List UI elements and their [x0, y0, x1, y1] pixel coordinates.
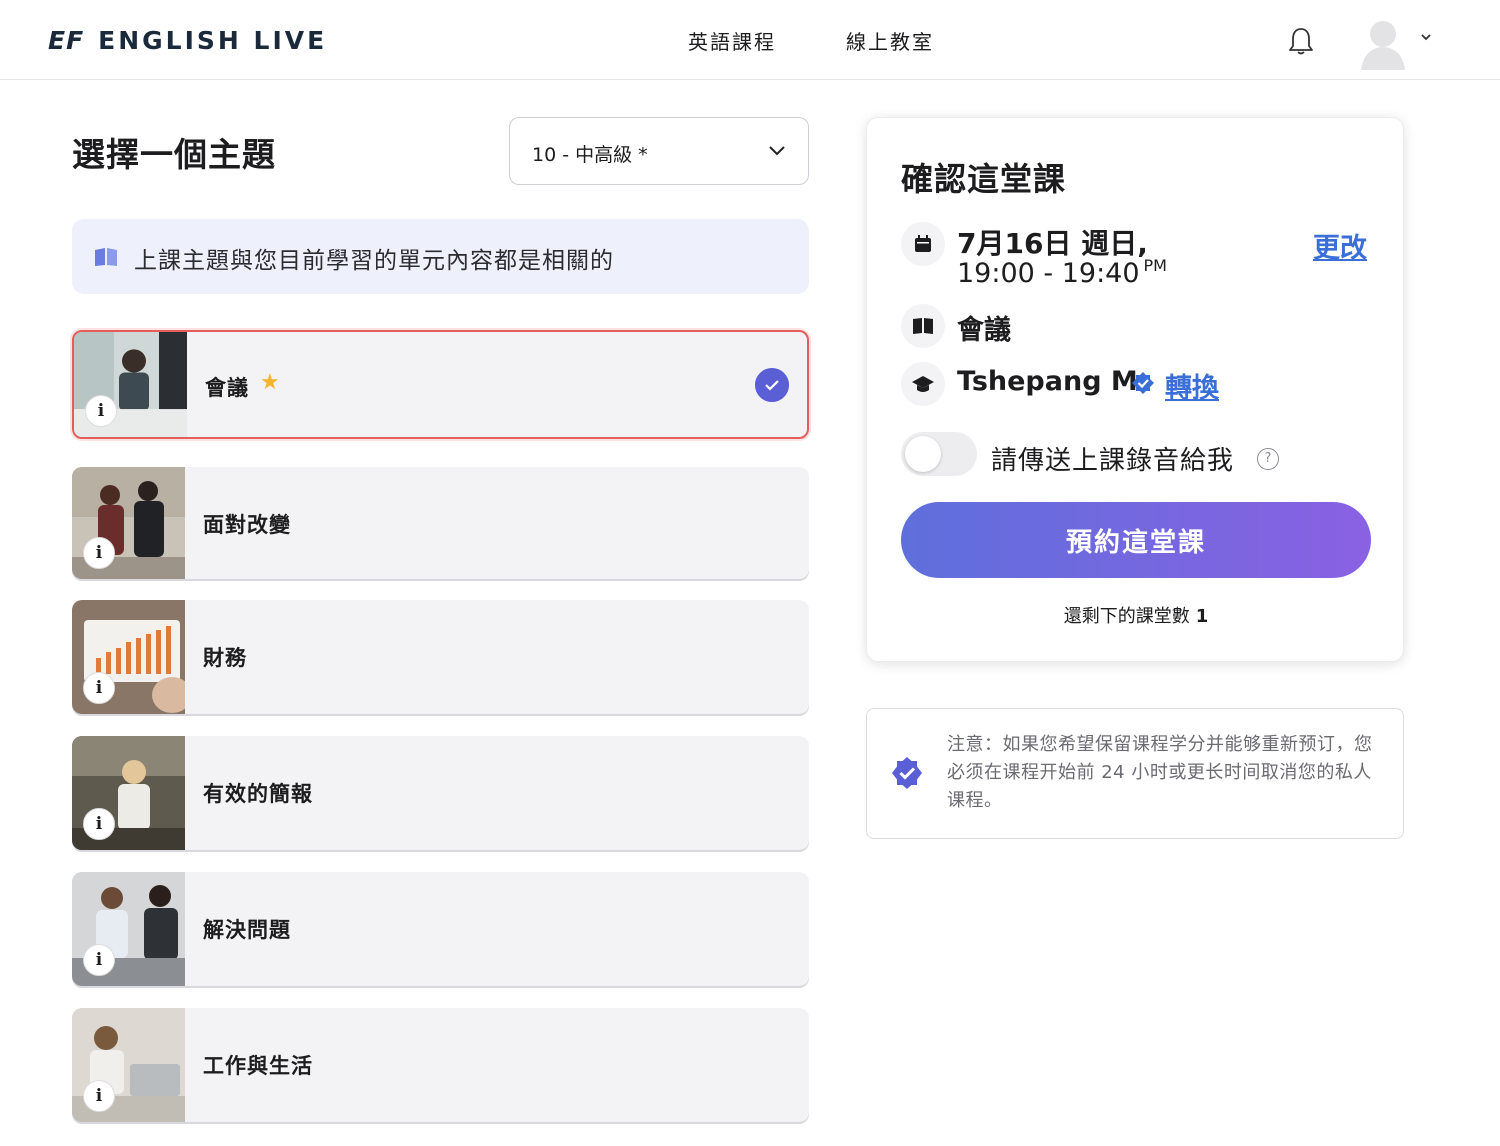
switch-teacher-link[interactable]: 轉換: [1165, 366, 1219, 405]
class-time-range: 19:00 - 19:40: [957, 258, 1140, 289]
topic-label: 會議: [205, 376, 249, 400]
topic-label: 工作與生活: [203, 1054, 313, 1078]
topic-label: 有效的簡報: [203, 782, 313, 806]
logo-text: ENGLISH LIVE: [98, 25, 328, 55]
top-header: EF ENGLISH LIVE 英語課程 線上教室: [0, 0, 1500, 80]
chevron-down-icon: [769, 146, 785, 156]
class-date: 7月16日 週日,: [957, 227, 1148, 260]
star-icon: ★: [260, 370, 280, 395]
user-avatar-icon[interactable]: [1357, 14, 1409, 70]
topic-card-finance[interactable]: i 財務: [72, 600, 809, 714]
topic-card-meeting[interactable]: i 會議 ★: [72, 330, 809, 439]
book-icon: [901, 304, 945, 348]
verified-badge-icon: [1132, 372, 1154, 394]
topic-label: 解決問題: [203, 918, 291, 942]
info-banner: 上課主題與您目前學習的單元內容都是相關的: [72, 219, 809, 294]
topic-label: 面對改變: [203, 513, 291, 537]
check-circle-icon: [755, 368, 789, 402]
topic-card-problem-solving[interactable]: i 解決問題: [72, 872, 809, 986]
teacher-name: Tshepang M.: [957, 366, 1149, 397]
logo-ef: EF: [48, 25, 85, 55]
level-select[interactable]: 10 - 中高級 *: [509, 117, 809, 185]
cancellation-notice: 注意：如果您希望保留课程学分并能够重新预订，您必须在课程开始前 24 小时或更长…: [866, 708, 1404, 839]
confirm-class-card: 確認這堂課 7月16日 週日, 19:00 - 19:40 PM 更改 會議 Ts…: [866, 117, 1404, 662]
topic-info-button[interactable]: i: [83, 808, 115, 840]
recording-toggle-label: 請傳送上課錄音給我: [991, 446, 1235, 476]
topic-info-button[interactable]: i: [83, 1080, 115, 1112]
remaining-count: 1: [1195, 606, 1209, 627]
account-menu-chevron-icon[interactable]: [1419, 32, 1433, 42]
class-time: 19:00 - 19:40 PM: [957, 256, 1167, 289]
page-title: 選擇一個主題: [72, 135, 276, 174]
topic-info-button[interactable]: i: [85, 395, 117, 427]
topic-info-button[interactable]: i: [83, 537, 115, 569]
topic-label: 財務: [203, 646, 247, 670]
book-class-button[interactable]: 預約這堂課: [901, 502, 1371, 578]
verified-badge-icon: [892, 757, 922, 789]
notice-text: 注意：如果您希望保留课程学分并能够重新预订，您必须在课程开始前 24 小时或更长…: [947, 734, 1373, 811]
bell-icon[interactable]: [1287, 26, 1315, 56]
open-book-icon: [95, 248, 117, 266]
topic-info-button[interactable]: i: [83, 944, 115, 976]
topic-card-work-and-life[interactable]: i 工作與生活: [72, 1008, 809, 1122]
toggle-knob: [905, 436, 941, 472]
nav-online-classroom[interactable]: 線上教室: [846, 26, 934, 55]
topic-card-effective-presentation[interactable]: i 有效的簡報: [72, 736, 809, 850]
info-banner-text: 上課主題與您目前學習的單元內容都是相關的: [134, 248, 614, 274]
change-time-link[interactable]: 更改: [1313, 226, 1367, 265]
help-icon[interactable]: ?: [1257, 448, 1279, 470]
remaining-classes: 還剩下的課堂數 1: [867, 602, 1405, 628]
selected-topic: 會議: [957, 315, 1011, 346]
remaining-label: 還剩下的課堂數: [1063, 606, 1190, 627]
topic-card-facing-change[interactable]: i 面對改變: [72, 467, 809, 579]
calendar-icon: [901, 222, 945, 266]
nav-english-courses[interactable]: 英語課程: [688, 26, 776, 55]
confirm-card-title: 確認這堂課: [901, 160, 1067, 198]
level-select-value: 10 - 中高級 *: [532, 144, 648, 166]
graduation-cap-icon: [901, 362, 945, 406]
ef-english-live-logo[interactable]: EF ENGLISH LIVE: [48, 24, 327, 56]
class-time-suffix: PM: [1143, 256, 1167, 275]
topic-info-button[interactable]: i: [83, 672, 115, 704]
recording-toggle[interactable]: [901, 432, 977, 476]
